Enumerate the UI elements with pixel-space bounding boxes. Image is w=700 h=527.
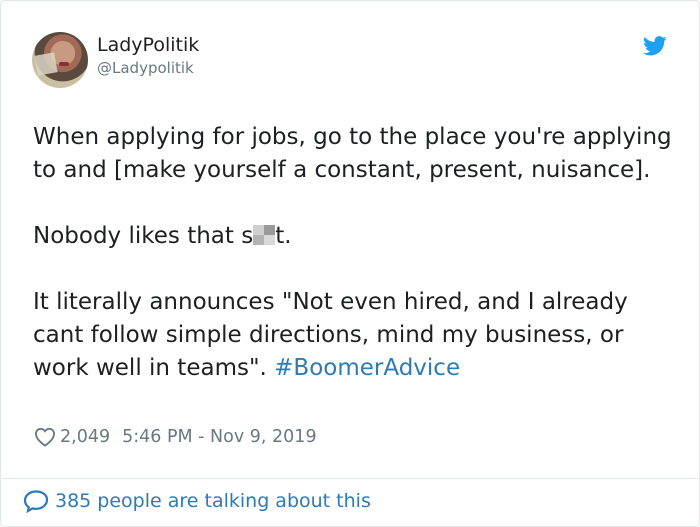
censored-block [253,225,276,245]
conversation-link[interactable]: 385 people are talking about this [23,489,371,513]
heart-icon[interactable] [34,427,56,447]
tweet-timestamp[interactable]: 5:46 PM - Nov 9, 2019 [122,427,316,447]
tweet-paragraph: It literally announces "Not even hired, … [33,286,681,385]
tweet-text-span: t. [275,223,292,249]
avatar-sign-graphic [34,52,58,76]
like-count[interactable]: 2,049 [60,427,110,447]
tweet-text: When applying for jobs, go to the place … [33,121,681,418]
author-display-name[interactable]: LadyPolitik [97,34,199,56]
tweet-meta: 2,049 5:46 PM - Nov 9, 2019 [34,427,317,447]
tweet-card: LadyPolitik @Ladypolitik When applying f… [0,0,700,527]
author-handle[interactable]: @Ladypolitik [97,59,194,77]
conversation-text[interactable]: 385 people are talking about this [55,490,371,512]
hashtag-link[interactable]: #BoomerAdvice [274,355,460,381]
tweet-paragraph: When applying for jobs, go to the place … [33,124,672,183]
avatar[interactable] [32,32,88,88]
speech-bubble-icon [23,490,49,513]
twitter-bird-icon[interactable] [643,36,667,56]
divider [2,478,700,479]
tweet-text-span: Nobody likes that s [33,223,254,249]
avatar-lips-graphic [59,62,69,66]
tweet-paragraph: Nobody likes that s t. [33,220,681,253]
